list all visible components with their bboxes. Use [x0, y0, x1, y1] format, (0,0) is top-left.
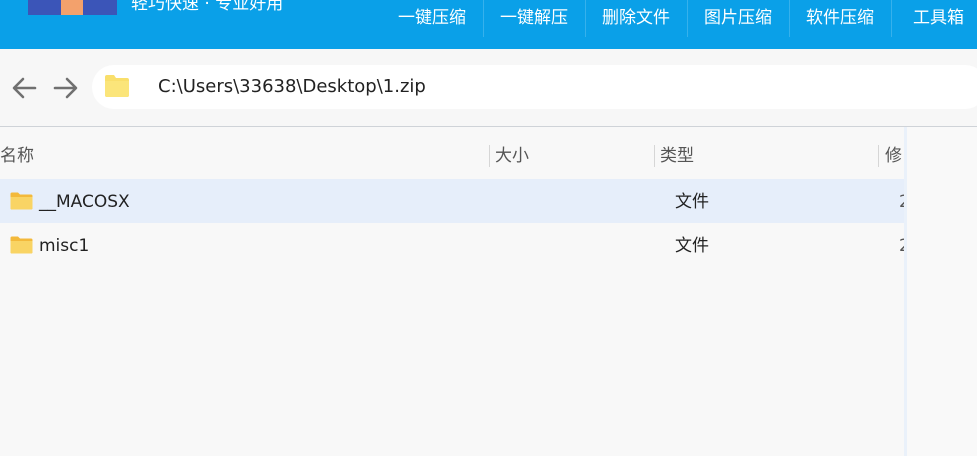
row-name: __MACOSX [39, 192, 130, 212]
folder-icon [10, 236, 33, 254]
table-row[interactable]: __MACOSX 文件 2 [0, 179, 904, 223]
menu-divider [891, 0, 892, 37]
menu-divider [687, 0, 688, 37]
table-row[interactable]: misc1 文件 2 [0, 223, 904, 267]
column-header-name[interactable]: 名称 [0, 127, 34, 179]
file-list: 名称 大小 类型 修 __MACOSX 文件 2 misc1 文件 2 [0, 127, 904, 456]
menu-software-compress[interactable]: 软件压缩 [806, 0, 874, 37]
folder-icon [104, 74, 130, 98]
back-button[interactable] [10, 74, 38, 102]
title-bar: 轻巧快速 · 专业好用 一键压缩 一键解压 删除文件 图片压缩 软件压缩 工具箱 [0, 0, 977, 49]
folder-icon [10, 192, 33, 210]
menu-divider [585, 0, 586, 37]
column-header-type[interactable]: 类型 [660, 127, 694, 179]
column-header-size[interactable]: 大小 [495, 127, 529, 179]
menu-delete-files[interactable]: 删除文件 [602, 0, 670, 37]
column-separator[interactable] [489, 145, 490, 167]
arrow-left-icon [12, 77, 37, 99]
address-bar: C:\Users\33638\Desktop\1.zip [0, 49, 977, 127]
forward-button[interactable] [52, 74, 80, 102]
menu-divider [483, 0, 484, 37]
row-type: 文件 [675, 192, 709, 212]
menu-toolbox[interactable]: 工具箱 [913, 0, 964, 37]
column-header-modified[interactable]: 修 [885, 127, 904, 179]
menu-one-click-extract[interactable]: 一键解压 [500, 0, 568, 37]
list-header: 名称 大小 类型 修 [0, 127, 904, 179]
column-separator[interactable] [654, 145, 655, 167]
row-name: misc1 [39, 236, 90, 256]
app-logo [28, 0, 117, 15]
row-type: 文件 [675, 236, 709, 256]
path-field[interactable]: C:\Users\33638\Desktop\1.zip [92, 65, 977, 109]
app-title: 轻巧快速 · 专业好用 [131, 0, 284, 14]
arrow-right-icon [53, 77, 78, 99]
menu-divider [789, 0, 790, 37]
path-text: C:\Users\33638\Desktop\1.zip [158, 76, 426, 97]
menu-one-click-compress[interactable]: 一键压缩 [398, 0, 466, 37]
side-panel [904, 127, 977, 456]
column-separator[interactable] [878, 145, 879, 167]
menu-image-compress[interactable]: 图片压缩 [704, 0, 772, 37]
